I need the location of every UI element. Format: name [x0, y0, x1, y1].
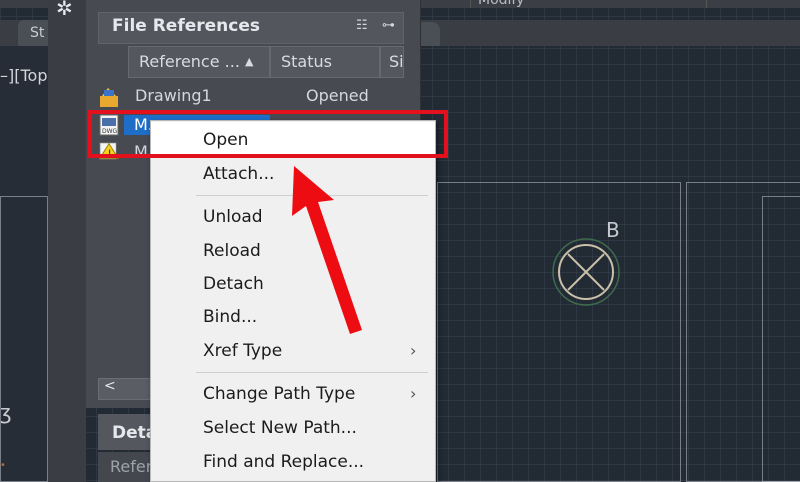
list-item[interactable]: Drawing1 Opened	[98, 86, 404, 108]
file-tab-edge[interactable]	[418, 22, 440, 46]
scroll-left-icon[interactable]: <	[104, 378, 116, 394]
viewport-controls-label[interactable]: –][Top	[0, 66, 47, 85]
palette-side-bar	[48, 0, 86, 482]
menu-item-find-and-replace[interactable]: Find and Replace...	[203, 452, 364, 472]
drawing-frame	[762, 196, 800, 482]
menu-item-unload[interactable]: Unload	[203, 207, 263, 227]
palette-properties-icon[interactable]: ✲	[56, 0, 73, 20]
pointer-arrow-icon	[292, 166, 362, 334]
menu-item-attach[interactable]: Attach...	[203, 164, 274, 184]
submenu-arrow-icon: ›	[410, 384, 417, 403]
tree-view-icon[interactable]: ⊶	[382, 18, 395, 33]
details-reference-label: Refer	[110, 457, 153, 476]
submenu-arrow-icon: ›	[410, 341, 417, 360]
drawing-frame	[0, 196, 48, 482]
ribbon-panel-label: Modify	[478, 0, 525, 8]
reference-status: Opened	[306, 86, 369, 105]
menu-item-select-new-path[interactable]: Select New Path...	[203, 418, 357, 438]
menu-item-xref-type[interactable]: Xref Type	[203, 341, 282, 361]
column-header-label: Si	[389, 52, 404, 71]
reference-name: Drawing1	[135, 86, 212, 105]
highlight-box	[88, 110, 448, 158]
grid-bubble-icon	[552, 238, 620, 306]
column-header-reference[interactable]: Reference ... ▲	[128, 46, 270, 78]
drawing-icon	[100, 88, 118, 107]
column-header-status[interactable]: Status	[270, 46, 380, 78]
menu-item-bind[interactable]: Bind...	[203, 307, 257, 327]
menu-item-reload[interactable]: Reload	[203, 241, 261, 261]
sort-ascending-icon: ▲	[245, 55, 254, 68]
column-header-label: Reference ...	[139, 52, 240, 71]
menu-separator	[196, 372, 428, 373]
list-view-icon[interactable]: ☷	[356, 18, 368, 33]
column-header-label: Status	[281, 52, 332, 71]
column-header-size[interactable]: Si	[380, 46, 404, 78]
drawing-frame	[437, 182, 681, 482]
menu-item-change-path-type[interactable]: Change Path Type	[203, 384, 355, 404]
menu-item-detach[interactable]: Detach	[203, 274, 264, 294]
palette-title: File References	[112, 16, 261, 36]
